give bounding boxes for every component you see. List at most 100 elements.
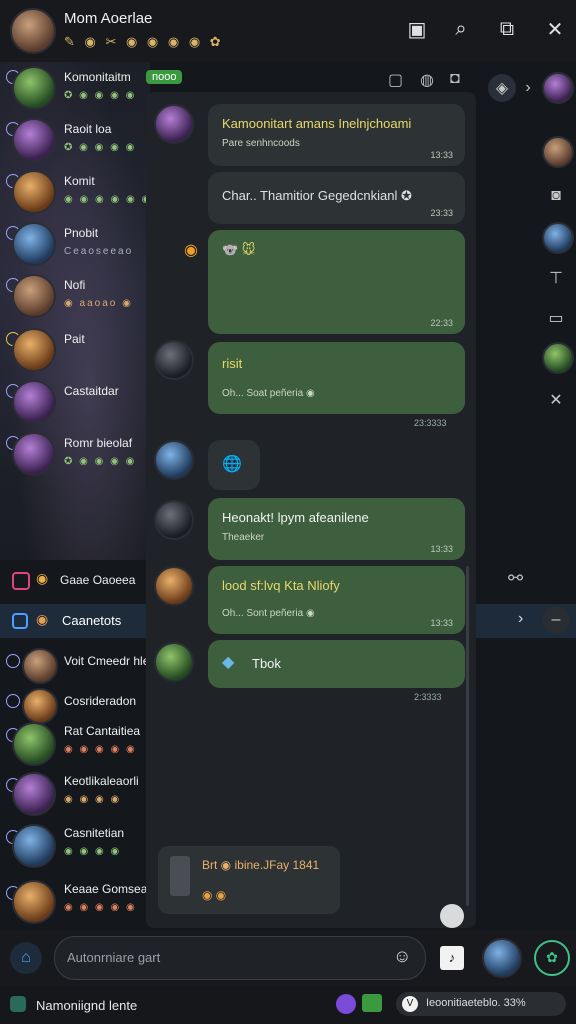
- close-icon[interactable]: ✕: [542, 386, 570, 414]
- message-text: Kamoonitart amans Inelnjchoami: [222, 116, 412, 131]
- game-avatar-button[interactable]: [482, 938, 522, 978]
- footer-signal-icon: [362, 994, 382, 1012]
- sidebar-item[interactable]: Komit ◉ ◉ ◉ ◉ ◉ ◉ ◉ 18: [0, 168, 186, 220]
- attachment-icon: [170, 856, 190, 896]
- list-item-label: Cosrideradon: [64, 694, 137, 708]
- message-bubble[interactable]: risit Oh... Soat peñeria ◉: [208, 342, 465, 414]
- sidebar-item-label: Komonitaitm: [64, 70, 131, 84]
- avatar: [12, 170, 56, 214]
- message-time: 13:33: [430, 618, 453, 628]
- more-icon[interactable]: –: [542, 606, 570, 634]
- message-avatar: [154, 104, 194, 144]
- link-icon[interactable]: ⚯: [508, 568, 523, 589]
- profile-avatar[interactable]: [10, 8, 56, 54]
- chevron-right-icon[interactable]: ›: [514, 74, 542, 102]
- screen-icon[interactable]: ▭: [542, 304, 570, 332]
- section-icon: [12, 613, 28, 629]
- avatar[interactable]: [542, 136, 574, 168]
- sidebar-item[interactable]: Romr bieolaf ✪ ◉ ◉ ◉ ◉: [0, 430, 148, 482]
- emoji-picker-icon[interactable]: ◍: [420, 70, 434, 90]
- message-avatar: [154, 642, 194, 682]
- sidebar-item-label: Castaitdar: [64, 384, 119, 398]
- sidebar-item[interactable]: Nofi ◉ aaoao ◉: [0, 272, 148, 324]
- message-bubble-small[interactable]: 🌐: [208, 440, 260, 490]
- chat-scrollbar[interactable]: [466, 566, 469, 906]
- chevron-right-icon[interactable]: ›: [518, 610, 523, 628]
- search-icon[interactable]: ⌕: [446, 14, 476, 44]
- download-icon[interactable]: ▣: [402, 14, 432, 44]
- footer-status: Ieoonitiaeteblo. 33% ​: [426, 997, 529, 1009]
- avatar: [12, 222, 56, 266]
- message-input[interactable]: Autonrniare gart ☺: [54, 936, 426, 980]
- message-input-placeholder: Autonrniare gart: [67, 950, 161, 965]
- message-time: 13:33: [430, 544, 453, 554]
- message-bubble[interactable]: Char.. Thamitior Gegedcnkianl ✪ 23:33: [208, 172, 465, 224]
- sidebar-item[interactable]: Pait: [0, 326, 148, 378]
- message-subtext: Pare senhncoods: [222, 138, 300, 149]
- avatar[interactable]: [542, 72, 574, 104]
- app-icon[interactable]: ◈: [488, 74, 516, 102]
- message-bubble[interactable]: 🐨 🐭 22:33: [208, 230, 465, 334]
- sidebar-item-meta: ✪ ◉ ◉ ◉ ◉: [64, 142, 137, 153]
- sidebar-item[interactable]: Komonitaitm ✪ ◉ ◉ ◉ ◉: [0, 64, 148, 116]
- message-avatar: [154, 340, 194, 380]
- home-icon[interactable]: ⌂: [10, 942, 42, 974]
- send-icon[interactable]: ✿: [534, 940, 570, 976]
- screen-share-icon[interactable]: ⧉: [492, 14, 522, 44]
- list-item[interactable]: Rat Cantaitiea ◉ ◉ ◉ ◉ ◉: [0, 718, 148, 770]
- tiktok-icon[interactable]: ♪: [440, 946, 464, 970]
- list-item-label: Keaae Gomseat: [64, 882, 151, 896]
- sidebar-item-label: Romr bieolaf: [64, 436, 133, 450]
- message-text: Brt ◉ ibine.JFay 1841: [202, 858, 320, 872]
- emoji-picker-icon[interactable]: ☺: [393, 946, 411, 967]
- sidebar-item[interactable]: Castaitdar: [0, 378, 148, 430]
- message-subtext: Oh... Sont peñeria ◉: [222, 608, 315, 619]
- message-text: Heonakt! lpym afeanilene: [222, 510, 369, 525]
- message-bubble[interactable]: Brt ◉ ibine.JFay 1841 ◉ ◉: [158, 846, 340, 914]
- list-item-label: Casnitetian: [64, 826, 125, 840]
- scroll-bottom-button[interactable]: [440, 904, 464, 928]
- message-bubble[interactable]: Heonakt! lpym afeanilene Theaeker 13:33: [208, 498, 465, 560]
- close-icon[interactable]: ✕: [540, 14, 570, 44]
- top-bar: Mom Aoerlae ✎ ◉ ✂ ◉ ◉ ◉ ◉ ✿ ▣ ⌕ ⧉ ✕: [0, 0, 576, 62]
- sidebar-item[interactable]: Raoit loa ✪ ◉ ◉ ◉ ◉: [0, 116, 148, 168]
- platform-icon: [6, 654, 20, 668]
- footer-pill[interactable]: V Ieoonitiaeteblo. 33% ​: [396, 992, 566, 1016]
- camera-icon[interactable]: ◘: [450, 70, 460, 88]
- list-item[interactable]: Casnitetian ◉ ◉ ◉ ◉: [0, 820, 148, 872]
- message-bubble[interactable]: Kamoonitart amans Inelnjchoami Pare senh…: [208, 104, 465, 166]
- message-bubble[interactable]: lood sf:lvq Kta Nliofy Oh... Sont peñeri…: [208, 566, 465, 634]
- camera-icon[interactable]: ◙: [542, 182, 570, 210]
- sidebar-item[interactable]: Pnobit Ceaoseeao: [0, 220, 148, 272]
- avatar[interactable]: [542, 222, 574, 254]
- message-text: 🐨 🐭: [222, 242, 256, 257]
- message-bubble[interactable]: Tbok ◆: [208, 640, 465, 688]
- section-label: Caanetots: [62, 613, 122, 628]
- footer-bar: Namoniignd lente V Ieoonitiaeteblo. 33% …: [0, 986, 576, 1024]
- sidebar-item-meta: ◉ aaoao ◉: [64, 298, 133, 309]
- message-text: 🌐: [222, 456, 242, 473]
- message-text: Char.. Thamitior Gegedcnkianl ✪: [222, 188, 412, 203]
- sidebar-item-label: Komit: [64, 174, 95, 188]
- avatar: [12, 66, 56, 110]
- sidebar-item-label: Nofi: [64, 278, 86, 292]
- row-strip-label: Gaae Oaoeea: [60, 573, 136, 587]
- sidebar-item-meta: ✪ ◉ ◉ ◉ ◉: [64, 456, 137, 467]
- message-subtext: ◉ ◉: [202, 888, 227, 902]
- emoji-icon: ◉: [36, 611, 49, 627]
- avatar: [22, 648, 58, 684]
- avatar[interactable]: [542, 342, 574, 374]
- list-item[interactable]: Keotlikaleaorli ◉ ◉ ◉ ◉: [0, 768, 148, 820]
- avatar: [12, 118, 56, 162]
- message-avatar: [154, 566, 194, 606]
- avatar: [12, 380, 56, 424]
- list-item-label: Keotlikaleaorli: [64, 774, 139, 788]
- comment-icon[interactable]: ▢: [388, 70, 403, 90]
- message-time: 23:3333: [414, 418, 447, 428]
- message-text: Tbok: [252, 656, 281, 671]
- reaction-icon: ◆: [222, 654, 235, 671]
- shirt-icon[interactable]: ⊤: [542, 264, 570, 292]
- avatar: [12, 772, 56, 816]
- sidebar-item-meta: ✪ ◉ ◉ ◉ ◉: [64, 90, 137, 101]
- list-item[interactable]: Keaae Gomseat ◉ ◉ ◉ ◉ ◉: [0, 876, 151, 928]
